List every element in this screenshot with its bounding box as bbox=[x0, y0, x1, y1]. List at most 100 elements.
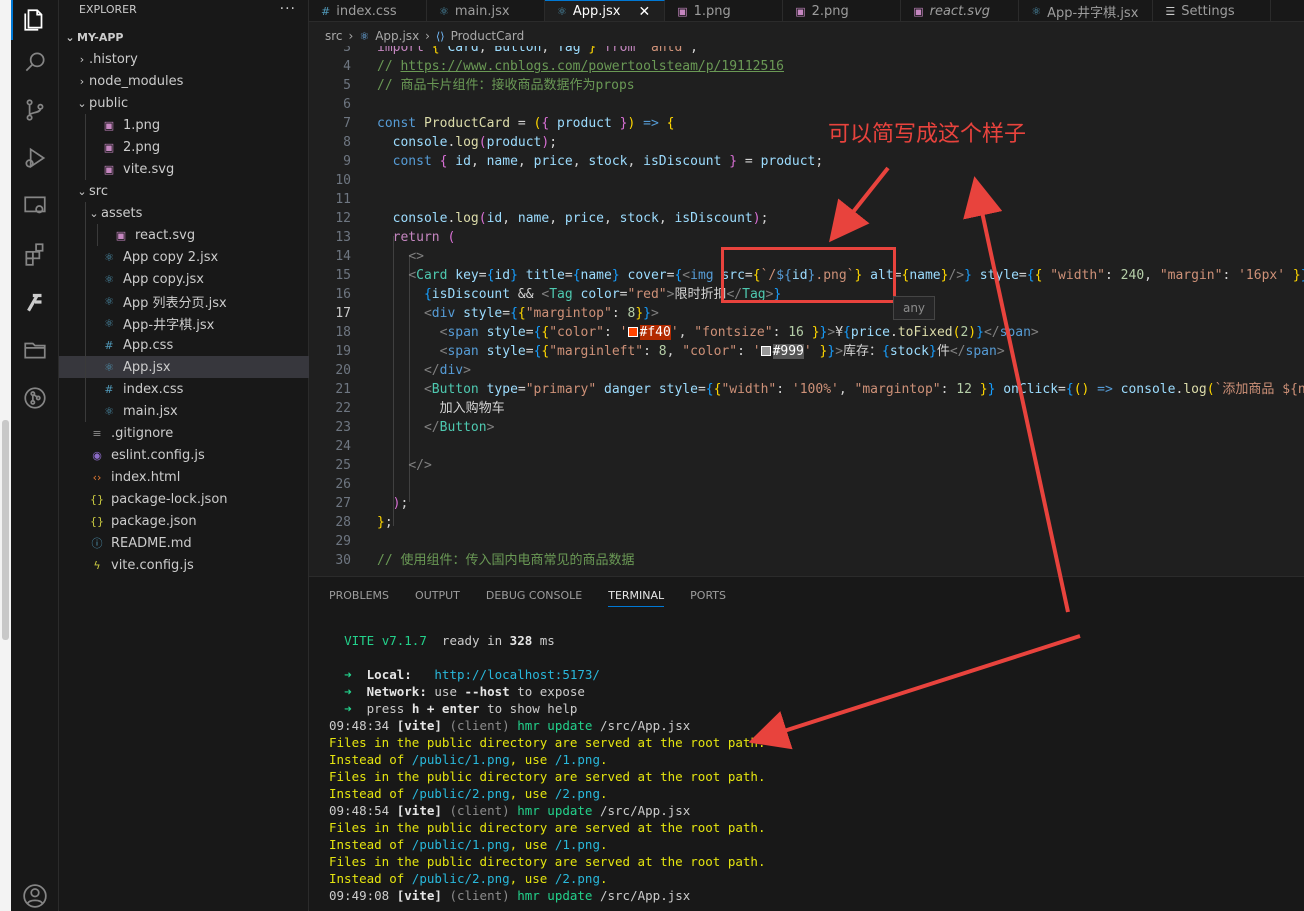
tab-settings[interactable]: ☰ Settings bbox=[1153, 0, 1272, 21]
run-debug-icon[interactable] bbox=[11, 138, 59, 178]
tree-file[interactable]: ‹› index.html bbox=[59, 466, 309, 488]
breadcrumb-folder[interactable]: src bbox=[325, 29, 343, 43]
remote-explorer-icon[interactable] bbox=[11, 186, 59, 226]
tree-file[interactable]: ⚛ App copy 2.jsx bbox=[59, 246, 309, 268]
line-number: 13 bbox=[335, 230, 351, 245]
panel-tab-terminal[interactable]: TERMINAL bbox=[608, 577, 664, 613]
tree-item-label: App copy.jsx bbox=[123, 271, 204, 287]
tree-file[interactable]: ⚛ main.jsx bbox=[59, 400, 309, 422]
tree-item-label: vite.svg bbox=[123, 161, 175, 177]
tree-indent-guide bbox=[85, 202, 86, 224]
tree-file[interactable]: ▣ 1.png bbox=[59, 114, 309, 136]
css-file-icon: # bbox=[104, 338, 114, 352]
tree-file[interactable]: ⓘ README.md bbox=[59, 532, 309, 554]
file-tree: ⌄ MY-APP › .history › node_modules ⌄ public ▣ 1.p… bbox=[59, 26, 309, 576]
react-file-icon: ⚛ bbox=[104, 250, 114, 264]
edge-scrollbar[interactable] bbox=[2, 420, 9, 640]
tree-file[interactable]: ▣ 2.png bbox=[59, 136, 309, 158]
bottom-panel: PROBLEMS OUTPUT DEBUG CONSOLE TERMINAL PORTS… bbox=[309, 576, 1304, 911]
code-line: }; bbox=[377, 515, 393, 530]
tree-file[interactable]: # index.css bbox=[59, 378, 309, 400]
tree-folder[interactable]: ⌄ public bbox=[59, 92, 309, 114]
breadcrumb: src › ⚛ App.jsx › ⟨⟩ ProductCard bbox=[309, 26, 1304, 46]
local-url-link[interactable]: http://localhost:5173/ bbox=[434, 667, 600, 682]
react-file-icon: ⚛ bbox=[104, 294, 114, 308]
line-number: 21 bbox=[335, 382, 351, 397]
tree-item-label: .history bbox=[89, 51, 138, 67]
tab-label: main.jsx bbox=[454, 3, 510, 19]
color-swatch[interactable] bbox=[627, 327, 638, 337]
comment-link[interactable]: https://www.cnblogs.com/powertoolsteam/p… bbox=[400, 59, 784, 74]
account-icon[interactable] bbox=[11, 876, 59, 911]
tree-indent-guide bbox=[85, 114, 86, 136]
close-icon[interactable]: ✕ bbox=[638, 4, 650, 20]
terminal-output[interactable]: VITE v7.1.7 ready in 328 ms ➜ Local: htt… bbox=[329, 615, 1304, 904]
tree-folder[interactable]: › node_modules bbox=[59, 70, 309, 92]
explorer-icon[interactable] bbox=[11, 0, 59, 40]
react-file-icon: ⚛ bbox=[104, 316, 114, 330]
tree-file[interactable]: ϟ vite.config.js bbox=[59, 554, 309, 576]
tab-file-icon: ☰ bbox=[1165, 4, 1176, 18]
git-graph-icon[interactable] bbox=[11, 378, 59, 418]
tree-file[interactable]: # App.css bbox=[59, 334, 309, 356]
terminal-line: Instead of /public/1.png, use /1.png. bbox=[329, 752, 608, 767]
info-file-icon: ⓘ bbox=[91, 537, 103, 550]
source-control-icon[interactable] bbox=[11, 90, 59, 130]
more-actions-icon[interactable]: ··· bbox=[280, 1, 296, 17]
tree-item-label: README.md bbox=[111, 535, 192, 551]
tree-file[interactable]: ◉ eslint.config.js bbox=[59, 444, 309, 466]
panel-tab-debug-console[interactable]: DEBUG CONSOLE bbox=[486, 577, 582, 613]
tree-folder[interactable]: ⌄ src bbox=[59, 180, 309, 202]
tab-label: 2.png bbox=[811, 3, 849, 19]
code-editor[interactable]: 3 4 5 6 7 8 9 10 11 12 13 14 15 16 17 18 19 20 21 22 23 24 25 2… bbox=[309, 46, 1304, 576]
tree-file[interactable]: ⚛ App 列表分页.jsx bbox=[59, 290, 309, 312]
tab-app-jsx[interactable]: ⚛ App-井字棋.jsx bbox=[1019, 0, 1154, 21]
tree-indent-guide bbox=[85, 268, 86, 290]
panel-tab-output[interactable]: OUTPUT bbox=[415, 577, 460, 613]
extensions-icon[interactable] bbox=[11, 234, 59, 274]
line-number: 17 bbox=[335, 306, 351, 321]
tree-file[interactable]: ⚛ App.jsx bbox=[59, 356, 309, 378]
line-number: 19 bbox=[335, 344, 351, 359]
tree-file[interactable]: ≡ .gitignore bbox=[59, 422, 309, 444]
tree-item-label: eslint.config.js bbox=[111, 447, 205, 463]
tab-2-png[interactable]: ▣ 2.png bbox=[783, 0, 902, 21]
tab-index-css[interactable]: # index.css bbox=[309, 0, 427, 21]
breadcrumb-file[interactable]: App.jsx bbox=[375, 29, 419, 43]
tab-file-icon: ⚛ bbox=[439, 4, 449, 18]
panel-tab-problems[interactable]: PROBLEMS bbox=[329, 577, 389, 613]
tree-file[interactable]: ⚛ App-井字棋.jsx bbox=[59, 312, 309, 334]
tree-file[interactable]: ⚛ App copy.jsx bbox=[59, 268, 309, 290]
tab-file-icon: ⚛ bbox=[557, 5, 567, 18]
folder-icon[interactable] bbox=[11, 330, 59, 370]
tree-file[interactable]: ▣ react.svg bbox=[59, 224, 309, 246]
color-swatch[interactable] bbox=[760, 346, 771, 356]
tree-folder[interactable]: ⌄ assets bbox=[59, 202, 309, 224]
tab-main-jsx[interactable]: ⚛ main.jsx bbox=[427, 0, 545, 21]
tab-file-icon: # bbox=[321, 4, 331, 18]
tree-folder[interactable]: › .history bbox=[59, 48, 309, 70]
tree-file[interactable]: {} package.json bbox=[59, 510, 309, 532]
code-line: const { id, name, price, stock, isDiscou… bbox=[392, 154, 824, 169]
code-line: </Button> bbox=[423, 420, 495, 435]
image-file-icon: ▣ bbox=[103, 118, 115, 132]
code-line: console.log(id, name, price, stock, isDi… bbox=[392, 211, 769, 226]
line-number: 11 bbox=[335, 192, 351, 207]
tab-file-icon: ▣ bbox=[677, 4, 688, 18]
panel-tab-ports[interactable]: PORTS bbox=[690, 577, 726, 613]
tree-file[interactable]: ▣ vite.svg bbox=[59, 158, 309, 180]
editor-tabs: # index.css ⚛ main.jsx ⚛ App.jsx ✕ ▣ 1.png ▣ 2.png… bbox=[309, 0, 1304, 22]
hover-tooltip: any bbox=[893, 296, 935, 320]
explorer-header: EXPLORER ··· bbox=[59, 0, 308, 18]
tab-react-svg[interactable]: ▣ react.svg bbox=[901, 0, 1020, 21]
code-line: <Button type="primary" danger style={{"w… bbox=[423, 382, 1304, 397]
tree-root-folder[interactable]: ⌄ MY-APP bbox=[59, 26, 309, 48]
search-icon[interactable] bbox=[11, 42, 59, 82]
breadcrumb-symbol[interactable]: ProductCard bbox=[451, 29, 525, 43]
tree-file[interactable]: {} package-lock.json bbox=[59, 488, 309, 510]
line-number: 14 bbox=[335, 249, 351, 264]
prettier-icon[interactable] bbox=[11, 282, 59, 322]
tab-1-png[interactable]: ▣ 1.png bbox=[665, 0, 784, 21]
tab-app-jsx[interactable]: ⚛ App.jsx ✕ bbox=[545, 0, 666, 21]
